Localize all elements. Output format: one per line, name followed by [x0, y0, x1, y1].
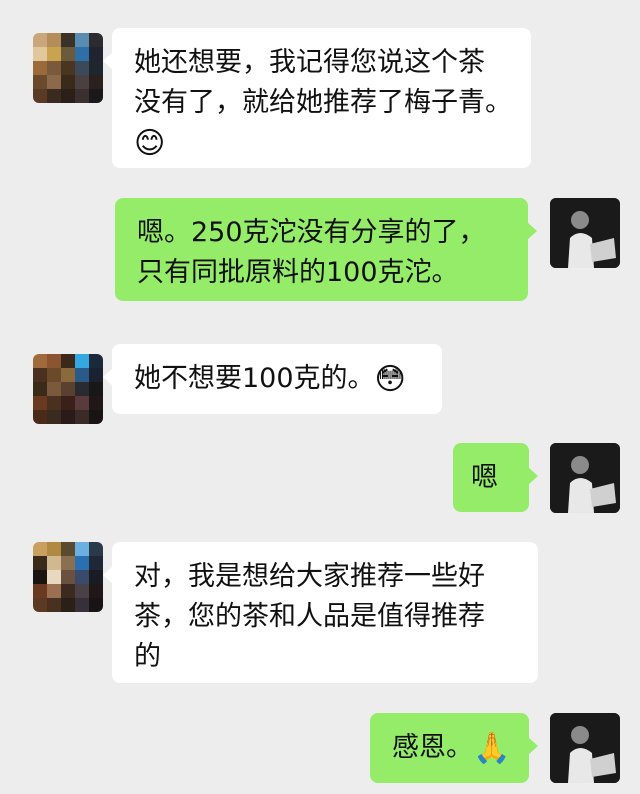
- smiling-face-emoji: 😊: [134, 125, 166, 161]
- incoming-message-bubble[interactable]: 她还想要，我记得您说这个茶 没有了，就给她推荐了梅子青。 😊: [103, 28, 531, 168]
- message-text: 感恩。: [392, 732, 473, 763]
- message-text: 对，我是想给大家推荐一些好: [134, 561, 485, 592]
- message-text: 嗯: [471, 462, 498, 493]
- self-avatar[interactable]: [550, 198, 620, 268]
- incoming-message-bubble[interactable]: 她不想要100克的。😳: [103, 344, 442, 414]
- folded-hands-emoji: 🙏: [473, 730, 511, 766]
- message-line: 她不想要100克的。😳: [134, 359, 420, 399]
- message-text: 茶，您的茶和人品是值得推荐: [134, 601, 485, 632]
- message-text: 只有同批原料的100克沱。: [137, 257, 459, 288]
- incoming-message-bubble[interactable]: 对，我是想给大家推荐一些好 茶，您的茶和人品是值得推荐 的: [103, 542, 538, 683]
- message-text: 没有了，就给她推荐了梅子青。: [134, 87, 512, 118]
- message-line: 感恩。🙏: [392, 728, 511, 768]
- contact-avatar[interactable]: [33, 354, 103, 424]
- message-text: 的: [134, 641, 161, 672]
- self-avatar[interactable]: [550, 443, 620, 513]
- wide-eyed-face-emoji: 😳: [374, 361, 406, 397]
- outgoing-message-bubble[interactable]: 感恩。🙏: [370, 713, 538, 783]
- message-text: 嗯。250克沱没有分享的了，: [137, 217, 486, 248]
- outgoing-message-bubble[interactable]: 嗯。250克沱没有分享的了， 只有同批原料的100克沱。: [115, 198, 537, 301]
- outgoing-message-bubble[interactable]: 嗯: [453, 443, 538, 512]
- self-avatar[interactable]: [550, 713, 620, 783]
- contact-avatar[interactable]: [33, 542, 103, 612]
- message-text: 她还想要，我记得您说这个茶: [134, 47, 485, 78]
- contact-avatar[interactable]: [33, 33, 103, 103]
- message-text: 她不想要100克的。: [134, 363, 375, 394]
